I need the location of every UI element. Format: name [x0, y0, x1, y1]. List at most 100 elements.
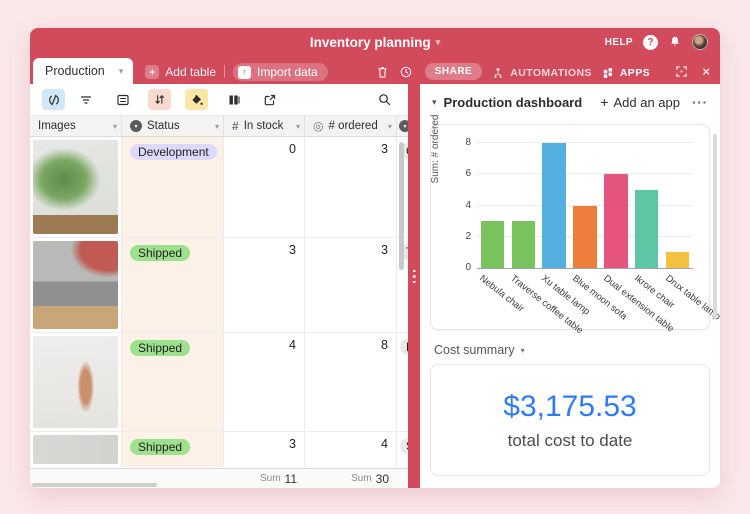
chart-bar	[542, 143, 565, 268]
column-header-in-stock[interactable]: # In stock ▾	[224, 116, 305, 136]
column-header-status[interactable]: ▾ Status ▾	[122, 116, 224, 136]
cell-image[interactable]	[30, 137, 122, 237]
column-header-images[interactable]: Images ▾	[30, 116, 122, 136]
color-icon[interactable]	[185, 89, 208, 110]
apps-panel: ▾ Production dashboard + Add an app ··· …	[420, 84, 720, 488]
view-toolbar	[30, 84, 408, 116]
cell-in-stock[interactable]: 3	[224, 238, 305, 332]
import-data-label: Import data	[257, 65, 318, 79]
cell-status[interactable]: Shipped	[122, 238, 224, 332]
count-field-icon: ◎	[313, 119, 323, 133]
column-header-cropped[interactable]: ▾	[397, 116, 408, 136]
table-row: Shipped 3 3 T	[30, 238, 408, 333]
summary-in-stock[interactable]: Sum 11	[224, 469, 305, 488]
chart-y-tick: 4	[453, 200, 471, 211]
cell-ordered[interactable]: 3	[305, 137, 397, 237]
panel-scrollbar[interactable]	[713, 134, 717, 319]
add-table-button[interactable]: + Add table	[145, 65, 216, 79]
table-row: Shipped 4 8 L	[30, 333, 408, 432]
tab-production[interactable]: Production ▾	[33, 58, 133, 84]
apps-icon	[602, 67, 614, 79]
total-cost-value: $3,175.53	[503, 390, 636, 424]
single-select-icon: ▾	[130, 120, 142, 132]
share-button[interactable]: SHARE	[425, 63, 483, 80]
close-icon[interactable]: ×	[702, 65, 710, 78]
column-header-ordered[interactable]: ◎ # ordered ▾	[305, 116, 397, 136]
grid-view: Images ▾ ▾ Status ▾ # In stock ▾ ◎ # ord…	[30, 84, 408, 488]
chart-y-tick: 0	[453, 262, 471, 273]
type-badge: S	[400, 438, 408, 454]
hide-fields-icon[interactable]	[42, 89, 65, 110]
cell-cropped[interactable]: S	[397, 432, 408, 467]
expand-icon[interactable]	[675, 65, 688, 78]
single-select-icon: ▾	[399, 120, 408, 132]
table-body: Development 0 3 C Shipped 3 3 T Shipped	[30, 137, 408, 468]
sort-icon[interactable]	[148, 89, 171, 110]
cell-status[interactable]: Shipped	[122, 333, 224, 431]
automations-label: AUTOMATIONS	[510, 67, 592, 79]
overflow-menu-icon[interactable]: ···	[692, 95, 708, 110]
cell-in-stock[interactable]: 3	[224, 432, 305, 467]
cell-in-stock[interactable]: 0	[224, 137, 305, 237]
chart-bar	[512, 221, 535, 268]
bell-icon[interactable]	[668, 35, 682, 49]
cell-image[interactable]	[30, 432, 122, 467]
automations-icon	[492, 67, 504, 79]
import-data-button[interactable]: ↑ Import data	[233, 63, 328, 81]
help-button[interactable]: HELP	[605, 37, 633, 48]
apps-panel-header: ▾ Production dashboard + Add an app ···	[420, 84, 720, 120]
trash-icon[interactable]	[376, 65, 389, 79]
cell-ordered[interactable]: 3	[305, 238, 397, 332]
row-height-icon[interactable]	[222, 89, 245, 110]
base-title[interactable]: Inventory planning ▾	[310, 35, 440, 50]
table-row: Shipped 3 4 S	[30, 432, 408, 467]
product-photo	[33, 241, 118, 329]
chart-bar	[573, 206, 596, 269]
chevron-down-icon: ▾	[521, 346, 525, 355]
cell-image[interactable]	[30, 333, 122, 431]
question-icon[interactable]: ?	[643, 35, 658, 50]
base-title-text: Inventory planning	[310, 35, 431, 50]
chart-y-tick: 2	[453, 231, 471, 242]
cell-status[interactable]: Shipped	[122, 432, 224, 467]
app-bar: Inventory planning ▾ HELP ?	[30, 28, 720, 56]
share-view-icon[interactable]	[258, 89, 281, 110]
summary-ordered[interactable]: Sum 30	[305, 469, 397, 488]
group-icon[interactable]	[111, 89, 134, 110]
plus-icon: +	[145, 65, 159, 79]
user-avatar[interactable]	[692, 34, 708, 50]
cell-ordered[interactable]: 8	[305, 333, 397, 431]
chevron-down-icon: ▾	[119, 66, 124, 77]
chart-bar	[481, 221, 504, 268]
cost-summary-header[interactable]: Cost summary ▾	[434, 343, 708, 357]
dashboard-title: Production dashboard	[444, 95, 583, 110]
status-badge: Shipped	[130, 439, 190, 455]
apps-button[interactable]: APPS	[602, 67, 650, 79]
panel-resize-divider[interactable]	[408, 84, 420, 488]
table-scrollbar[interactable]	[399, 142, 404, 270]
chevron-down-icon: ▾	[113, 122, 117, 131]
chevron-down-icon: ▾	[436, 37, 441, 48]
cell-cropped[interactable]: L	[397, 333, 408, 431]
horizontal-scrollbar[interactable]	[32, 483, 157, 487]
add-an-app-button[interactable]: + Add an app	[600, 94, 680, 110]
chart-y-tick: 8	[453, 137, 471, 148]
sum-label: Sum	[351, 473, 372, 484]
chevron-down-icon: ▾	[388, 122, 392, 131]
chart-bar	[635, 190, 658, 268]
search-icon[interactable]	[373, 89, 396, 110]
chart-bar	[666, 252, 689, 268]
drag-handle-icon[interactable]	[413, 270, 416, 284]
chart-bar	[604, 174, 627, 268]
automations-button[interactable]: AUTOMATIONS	[492, 67, 592, 79]
app-window: Inventory planning ▾ HELP ? Production ▾…	[30, 28, 720, 488]
column-label: Images	[38, 120, 76, 132]
cell-in-stock[interactable]: 4	[224, 333, 305, 431]
history-icon[interactable]	[399, 65, 413, 79]
filter-icon[interactable]	[74, 89, 97, 110]
cell-image[interactable]	[30, 238, 122, 332]
page: { "theme": { "red": "#d24b5c", "status_c…	[0, 0, 750, 514]
sum-value: 30	[376, 472, 389, 486]
cell-ordered[interactable]: 4	[305, 432, 397, 467]
cell-status[interactable]: Development	[122, 137, 224, 237]
